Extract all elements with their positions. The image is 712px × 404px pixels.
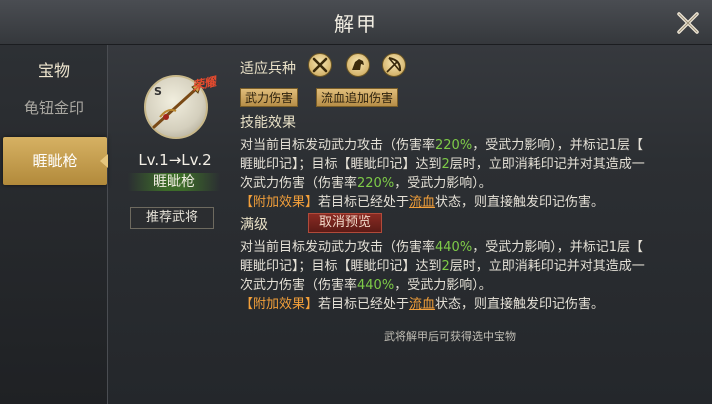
skill-description: 对当前目标发动武力攻击（伤害率220%，受武力影响），并标记1层【 睚眦印记】；…: [240, 136, 695, 212]
close-x-icon: [677, 12, 699, 34]
sidebar-header: 宝物: [37, 61, 70, 80]
cancel-preview-button[interactable]: 取消预览: [308, 213, 382, 233]
title-bar: 解甲: [0, 0, 712, 45]
unit-types-label: 适应兵种: [240, 61, 296, 77]
bleed-link[interactable]: 流血: [409, 297, 435, 312]
skill-extra-effect: 【附加效果】若目标已经处于流血状态，则直接触发印记伤害。: [240, 195, 605, 210]
max-line-3: 次武力伤害（伤害率440%，受武力影响）。: [240, 278, 492, 293]
horse-icon: [346, 53, 370, 77]
weapon-level: Lv.1→Lv.2: [138, 151, 212, 169]
active-indicator-arrow-icon: [100, 154, 108, 168]
skill-line-2: 睚眦印记】；目标【睚眦印记】达到2层时，立即消耗印记并对其造成一: [240, 157, 645, 172]
bow-icon: [382, 53, 406, 77]
weapon-glory-tag: 荣耀: [190, 74, 218, 94]
max-line-2: 睚眦印记】；目标【睚眦印记】达到2层时，立即消耗印记并对其造成一: [240, 259, 645, 274]
recommend-general-button[interactable]: 推荐武将: [130, 207, 214, 229]
sidebar: 宝物 龟钮金印 睚眦枪: [0, 45, 108, 404]
tag-bleed-damage: 流血追加伤害: [316, 88, 399, 107]
skill-effect-label: 技能效果: [240, 115, 296, 131]
footer-note: 武将解甲后可获得选中宝物: [384, 330, 516, 343]
dialog-frame: 解甲 宝物 龟钮金印 睚眦枪 S 荣耀 Lv.1→Lv.2 睚眦枪 推荐武将 适: [0, 0, 712, 404]
main-panel: S 荣耀 Lv.1→Lv.2 睚眦枪 推荐武将 适应兵种 武力伤害 流血追加伤害…: [108, 45, 712, 404]
dialog-title: 解甲: [334, 12, 378, 36]
tag-force-damage: 武力伤害: [240, 88, 299, 107]
max-extra-effect: 【附加效果】若目标已经处于流血状态，则直接触发印记伤害。: [240, 297, 605, 312]
weapon-grade: S: [154, 85, 162, 98]
sidebar-item-turtle-seal[interactable]: 龟钮金印: [0, 97, 108, 118]
max-line-1: 对当前目标发动武力攻击（伤害率440%，受武力影响），并标记1层【: [240, 240, 643, 255]
weapon-name: 睚眦枪: [128, 173, 220, 191]
max-level-description: 对当前目标发动武力攻击（伤害率440%，受武力影响），并标记1层【 睚眦印记】；…: [240, 238, 695, 314]
bleed-link[interactable]: 流血: [409, 195, 435, 210]
skill-line-1: 对当前目标发动武力攻击（伤害率220%，受武力影响），并标记1层【: [240, 138, 643, 153]
skill-line-3: 次武力伤害（伤害率220%，受武力影响）。: [240, 176, 492, 191]
close-button[interactable]: [674, 9, 702, 37]
crossed-swords-icon: [308, 53, 332, 77]
max-level-label: 满级: [240, 217, 268, 233]
sidebar-item-yazi-spear[interactable]: 睚眦枪: [3, 137, 107, 185]
